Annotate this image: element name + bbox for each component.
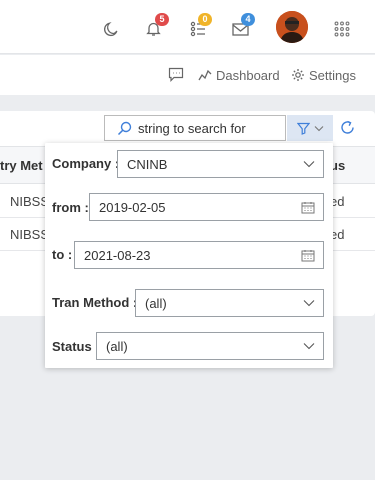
from-date-input[interactable]: 2019-02-05 xyxy=(89,193,324,221)
sub-bar: Dashboard Settings xyxy=(0,55,375,95)
to-label: to : xyxy=(52,247,73,262)
filter-icon xyxy=(296,122,310,135)
moon-icon[interactable] xyxy=(103,21,119,37)
top-bar: 5 0 4 xyxy=(0,0,375,54)
cell-entry-method: NIBSS xyxy=(10,194,50,209)
chat-icon[interactable] xyxy=(168,67,184,82)
avatar[interactable] xyxy=(276,11,308,43)
search-text: string to search for xyxy=(138,120,246,136)
company-value: CNINB xyxy=(127,156,168,172)
chevron-down-icon xyxy=(303,300,315,307)
dashboard-link[interactable]: Dashboard xyxy=(198,66,280,84)
filter-popup: Company : CNINB from : 2019-02-05 to : 2… xyxy=(45,143,333,368)
tasks-badge: 0 xyxy=(198,13,212,26)
notifications-badge: 5 xyxy=(155,13,169,26)
from-date-value: 2019-02-05 xyxy=(99,199,166,215)
settings-label: Settings xyxy=(309,67,356,83)
search-input[interactable]: string to search for xyxy=(104,115,286,141)
calendar-icon[interactable] xyxy=(301,201,315,214)
tran-method-value: (all) xyxy=(145,295,167,311)
dashboard-label: Dashboard xyxy=(216,67,280,83)
status-label: Status : xyxy=(52,339,100,354)
to-date-value: 2021-08-23 xyxy=(84,247,151,263)
status-select[interactable]: (all) xyxy=(96,332,324,360)
chevron-down-icon xyxy=(303,161,315,168)
apps-grid-icon[interactable] xyxy=(334,21,350,37)
avatar-image xyxy=(276,11,308,43)
settings-link[interactable]: Settings xyxy=(291,66,356,84)
tran-method-label: Tran Method : xyxy=(52,295,138,310)
status-value: (all) xyxy=(106,338,128,354)
messages-badge: 4 xyxy=(241,13,255,26)
to-date-input[interactable]: 2021-08-23 xyxy=(74,241,324,269)
filter-button[interactable] xyxy=(287,115,333,141)
gear-icon xyxy=(292,69,304,81)
column-header-entry-method[interactable]: try Met xyxy=(0,158,43,173)
tran-method-select[interactable]: (all) xyxy=(135,289,324,317)
company-select[interactable]: CNINB xyxy=(117,150,324,178)
dashboard-icon xyxy=(198,69,212,81)
calendar-icon[interactable] xyxy=(301,249,315,262)
company-label: Company : xyxy=(52,156,120,171)
chevron-down-icon xyxy=(314,125,323,131)
search-icon xyxy=(117,121,132,135)
chevron-down-icon xyxy=(303,343,315,350)
cell-entry-method: NIBSS xyxy=(10,227,50,242)
refresh-icon[interactable] xyxy=(339,119,356,136)
from-label: from : xyxy=(52,200,89,215)
